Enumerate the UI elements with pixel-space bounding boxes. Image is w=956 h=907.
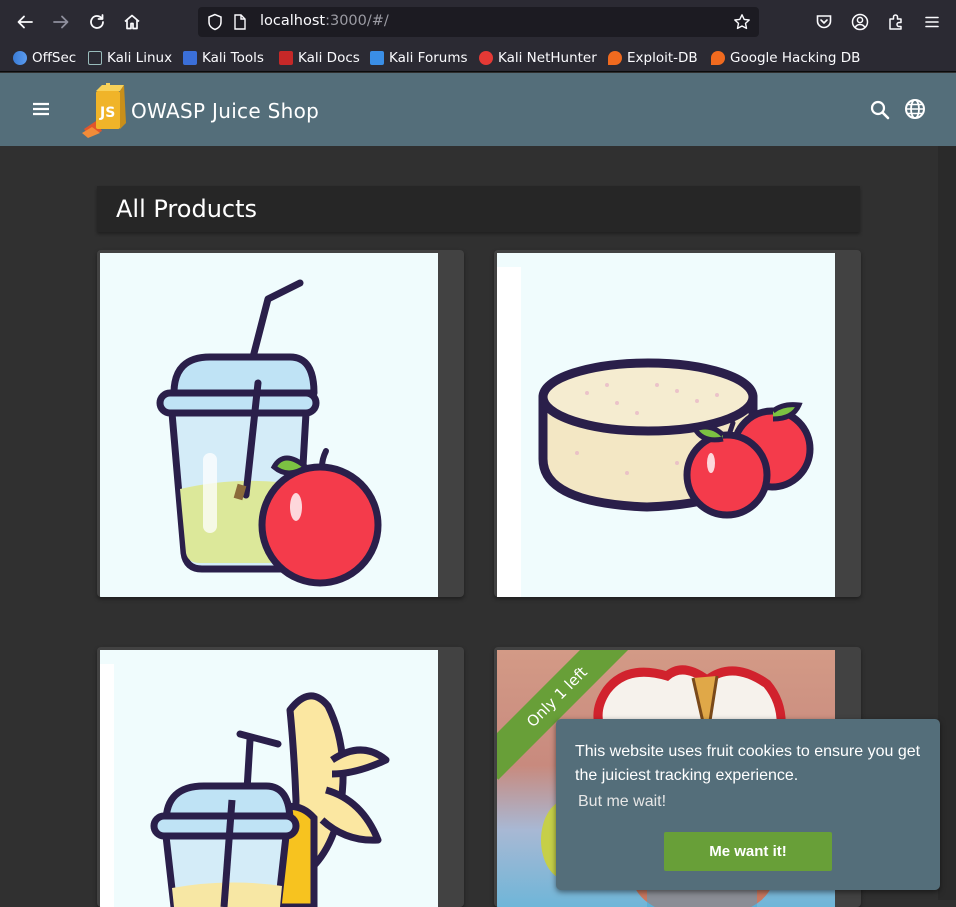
app-title[interactable]: OWASP Juice Shop	[131, 99, 319, 123]
url-path: :3000/#/	[325, 13, 389, 29]
cookie-learn-more-link[interactable]: But me wait!	[578, 793, 666, 811]
url-host: localhost	[260, 13, 326, 29]
menu-icon[interactable]	[29, 97, 53, 125]
bookmark-label: Kali Forums	[389, 50, 468, 66]
bookmark-label: Kali NetHunter	[498, 50, 597, 66]
kali-forums-icon	[370, 51, 384, 65]
bookmark-offsec[interactable]: OffSec	[13, 49, 76, 67]
back-icon[interactable]	[11, 8, 39, 36]
app-menu-icon[interactable]	[918, 8, 946, 36]
heading-card: All Products	[97, 186, 860, 232]
banana-juice-icon	[100, 664, 390, 907]
apple-juice-icon	[156, 279, 382, 587]
cookie-consent: This website uses fruit cookies to ensur…	[556, 719, 940, 890]
ghdb-icon	[711, 51, 725, 65]
bookmark-label: Kali Docs	[298, 50, 360, 66]
product-image[interactable]	[497, 253, 835, 597]
kali-docs-icon	[279, 51, 293, 65]
cookie-accept-button[interactable]: Me want it!	[664, 832, 832, 871]
home-icon[interactable]	[118, 8, 146, 36]
product-image[interactable]	[100, 650, 438, 907]
bookmark-label: OffSec	[32, 50, 77, 66]
globe-icon[interactable]	[903, 97, 927, 125]
sidenav-edge	[938, 146, 956, 900]
bookmark-google-hacking-db[interactable]: Google Hacking DB	[711, 49, 860, 67]
bookmark-kali-docs[interactable]: Kali Docs	[279, 49, 360, 67]
bookmark-label: Kali Tools	[202, 50, 264, 66]
apple-pomace-icon	[497, 267, 814, 597]
url-text[interactable]: localhost:3000/#/	[260, 13, 389, 29]
extensions-icon[interactable]	[882, 8, 910, 36]
page-icon	[233, 14, 247, 34]
juice-shop-logo[interactable]: JS	[80, 83, 130, 142]
bookmark-label: Google Hacking DB	[730, 50, 861, 66]
browser-toolbar: localhost:3000/#/	[0, 0, 956, 44]
nethunter-icon	[479, 51, 493, 65]
page-title: All Products	[116, 195, 258, 223]
product-card[interactable]	[97, 647, 464, 907]
app-toolbar: JS OWASP Juice Shop	[0, 73, 956, 146]
cookie-message: This website uses fruit cookies to ensur…	[575, 743, 921, 784]
product-card[interactable]	[494, 250, 861, 597]
bookmark-label: Exploit-DB	[627, 50, 698, 66]
bookmark-kali-linux[interactable]: Kali Linux	[88, 49, 172, 67]
product-card[interactable]	[97, 250, 464, 597]
reload-icon[interactable]	[83, 8, 111, 36]
offsec-icon	[13, 51, 27, 65]
bookmark-exploit-db[interactable]: Exploit-DB	[608, 49, 698, 67]
exploit-db-icon	[608, 51, 622, 65]
search-icon[interactable]	[868, 98, 892, 126]
url-bar[interactable]: localhost:3000/#/	[198, 7, 759, 37]
bookmark-kali-tools[interactable]: Kali Tools	[183, 49, 264, 67]
bookmark-kali-forums[interactable]: Kali Forums	[370, 49, 468, 67]
bookmark-kali-nethunter[interactable]: Kali NetHunter	[479, 49, 597, 67]
bookmark-star-icon[interactable]	[733, 13, 751, 35]
bookmarks-bar: OffSec Kali Linux Kali Tools Kali Docs K…	[0, 44, 956, 72]
kali-dragon-icon	[88, 51, 102, 65]
shield-icon[interactable]	[207, 13, 223, 35]
bookmark-label: Kali Linux	[107, 50, 173, 66]
kali-tools-icon	[183, 51, 197, 65]
pocket-icon[interactable]	[810, 8, 838, 36]
product-image[interactable]	[100, 253, 438, 597]
forward-icon[interactable]	[47, 8, 75, 36]
svg-text:JS: JS	[99, 105, 115, 121]
account-icon[interactable]	[846, 8, 874, 36]
